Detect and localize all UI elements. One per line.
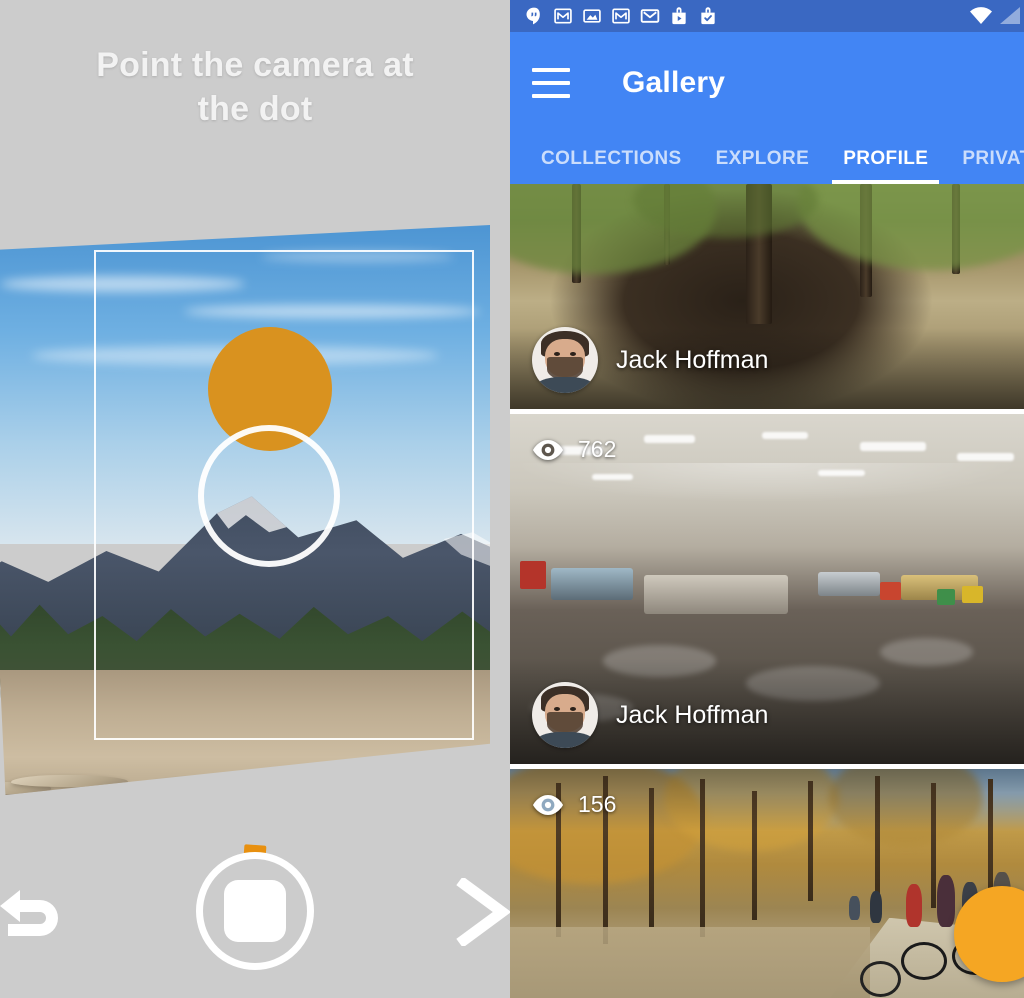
preview-cloud: [184, 304, 480, 318]
preview-foreground-ground: [0, 669, 490, 795]
card-author-name: Jack Hoffman: [616, 345, 769, 374]
avatar[interactable]: [532, 682, 598, 748]
inbox-icon: [554, 8, 572, 24]
menu-bar: [532, 68, 570, 72]
gallery-app-panel: Gallery COLLECTIONS EXPLORE PROFILE PRIV…: [510, 0, 1024, 998]
wifi-icon: [970, 7, 992, 24]
inbox-icon: [612, 8, 630, 24]
signal-icon: [1000, 7, 1020, 24]
eye-icon: [533, 439, 563, 460]
card-author-row[interactable]: Jack Hoffman: [532, 327, 768, 393]
camera-hint-line-2: the dot: [197, 89, 313, 128]
camera-capture-panel: Point the camera at the dot: [0, 0, 510, 998]
undo-arrow-icon: [0, 890, 58, 936]
preview-rock: [143, 777, 292, 793]
eye-icon: [533, 794, 563, 815]
view-count-badge: 156: [532, 791, 616, 818]
menu-bar: [532, 81, 570, 85]
shutter-inner-square: [224, 880, 286, 942]
gallery-card[interactable]: Jack Hoffman: [510, 184, 1024, 409]
shutter-stop-button[interactable]: [196, 852, 314, 970]
gallery-card[interactable]: 762 Jack Hoffman: [510, 414, 1024, 764]
camera-hint-line-1: Point the camera at: [96, 46, 414, 84]
avatar[interactable]: [532, 327, 598, 393]
preview-rock: [316, 772, 429, 787]
status-bar-right-icons: [968, 0, 1022, 32]
photos-icon: [583, 9, 601, 23]
app-screenshot: Point the camera at the dot Gallery COLL…: [0, 0, 1024, 998]
view-count-value: 156: [578, 791, 617, 817]
tab-private[interactable]: PRIVATE: [945, 134, 1024, 184]
card-author-name: Jack Hoffman: [616, 700, 769, 729]
play-store-update-icon: [701, 7, 715, 25]
tab-explore[interactable]: EXPLORE: [699, 134, 827, 184]
page-title: Gallery: [622, 66, 726, 99]
preview-rock: [92, 784, 225, 795]
tab-collections[interactable]: COLLECTIONS: [524, 134, 699, 184]
menu-icon[interactable]: [532, 68, 570, 98]
camera-hint-text: Point the camera at the dot: [0, 44, 510, 131]
gallery-feed[interactable]: Jack Hoffman 762 Jack Hoffman 156: [510, 184, 1024, 998]
card-author-row[interactable]: Jack Hoffman: [532, 682, 768, 748]
camera-reticle-circle: [198, 425, 340, 567]
next-button[interactable]: [456, 876, 510, 948]
hangouts-icon: [526, 7, 540, 25]
android-status-bar: [510, 0, 1024, 32]
gallery-card[interactable]: 156: [510, 769, 1024, 998]
view-count-badge: 762: [532, 436, 616, 463]
preview-cloud: [0, 276, 246, 293]
gallery-app-bar: Gallery: [510, 32, 1024, 134]
preview-rock: [408, 779, 490, 793]
gallery-tab-bar: COLLECTIONS EXPLORE PROFILE PRIVATE: [510, 134, 1024, 184]
chevron-right-icon: [456, 876, 510, 948]
undo-button[interactable]: [0, 880, 64, 952]
view-count-value: 762: [578, 436, 617, 462]
gmail-icon: [640, 9, 660, 23]
menu-bar: [532, 94, 570, 98]
play-store-icon: [672, 7, 686, 25]
camera-controls-bar: [0, 828, 510, 998]
preview-rock: [10, 774, 128, 788]
preview-cloud: [260, 250, 455, 262]
tab-profile[interactable]: PROFILE: [826, 134, 945, 184]
